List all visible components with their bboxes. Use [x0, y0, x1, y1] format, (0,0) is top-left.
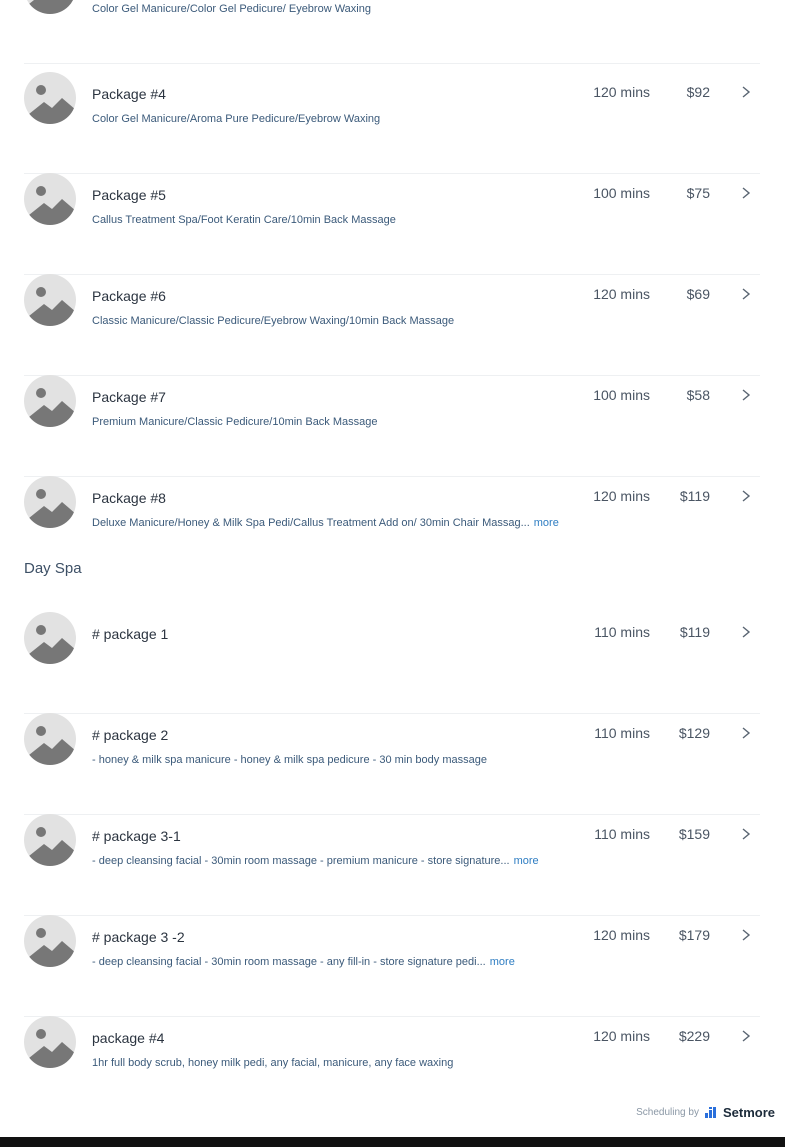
service-duration: 120 mins	[593, 488, 650, 504]
service-row[interactable]: # package 3-1 - deep cleansing facial - …	[24, 814, 760, 916]
service-price: $58	[686, 387, 710, 403]
service-duration: 110 mins	[594, 725, 650, 741]
service-duration: 120 mins	[593, 927, 650, 943]
service-description: Premium Manicure/Classic Pedicure/10min …	[92, 416, 378, 428]
service-price: $179	[678, 927, 710, 943]
service-row[interactable]: Package #7 Premium Manicure/Classic Pedi…	[24, 375, 760, 477]
service-duration: 110 mins	[594, 624, 650, 640]
service-price: $119	[679, 488, 710, 504]
more-link[interactable]: more	[490, 956, 515, 968]
service-image-placeholder-icon	[24, 814, 76, 866]
service-name: package #4	[92, 1030, 165, 1046]
more-link[interactable]: more	[534, 517, 559, 529]
service-description: Classic Manicure/Classic Pedicure/Eyebro…	[92, 315, 455, 327]
chevron-right-icon[interactable]	[740, 1029, 752, 1043]
service-price: $229	[678, 1028, 710, 1044]
service-price: $69	[686, 286, 710, 302]
service-image-placeholder-icon	[24, 612, 76, 664]
service-image-placeholder-icon	[24, 72, 76, 124]
chevron-right-icon[interactable]	[740, 489, 752, 503]
service-name: Package #8	[92, 490, 166, 506]
service-row[interactable]: Package #6 Classic Manicure/Classic Pedi…	[24, 274, 760, 376]
chevron-right-icon[interactable]	[740, 625, 752, 639]
service-name: Package #7	[92, 389, 166, 405]
service-price: $159	[678, 826, 710, 842]
service-image-placeholder-icon	[24, 0, 76, 14]
service-image-placeholder-icon	[24, 713, 76, 765]
service-price: $129	[678, 725, 710, 741]
chevron-right-icon[interactable]	[740, 928, 752, 942]
service-name: # package 2	[92, 727, 169, 743]
service-description: 1hr full body scrub, honey milk pedi, an…	[92, 1057, 454, 1069]
chevron-right-icon[interactable]	[740, 388, 752, 402]
setmore-logo-link[interactable]: Setmore	[704, 1104, 775, 1120]
service-description: Deluxe Manicure/Honey & Milk Spa Pedi/Ca…	[92, 517, 559, 529]
service-duration: 120 mins	[593, 84, 650, 100]
service-description: Color Gel Manicure/Aroma Pure Pedicure/E…	[92, 113, 381, 125]
service-price: $75	[686, 185, 710, 201]
chevron-right-icon[interactable]	[740, 726, 752, 740]
service-row[interactable]: Package #5 Callus Treatment Spa/Foot Ker…	[24, 173, 760, 275]
service-image-placeholder-icon	[24, 476, 76, 528]
service-description: - deep cleansing facial - 30min room mas…	[92, 855, 539, 867]
service-image-placeholder-icon	[24, 173, 76, 225]
service-row[interactable]: Package #4 Color Gel Manicure/Aroma Pure…	[24, 72, 760, 174]
chevron-right-icon[interactable]	[740, 287, 752, 301]
service-description: - deep cleansing facial - 30min room mas…	[92, 956, 515, 968]
service-duration: 100 mins	[593, 387, 650, 403]
service-image-placeholder-icon	[24, 375, 76, 427]
section-heading-day-spa: Day Spa	[24, 560, 82, 577]
setmore-logo-icon	[704, 1106, 716, 1118]
service-name: # package 3 -2	[92, 929, 185, 945]
service-duration: 120 mins	[593, 286, 650, 302]
service-price: $119	[679, 624, 710, 640]
footer-powered-by: Scheduling by Setmore	[636, 1102, 775, 1122]
scheduling-by-label: Scheduling by	[636, 1106, 699, 1118]
service-name: Package #6	[92, 288, 166, 304]
service-duration: 110 mins	[594, 826, 650, 842]
service-name: # package 3-1	[92, 828, 181, 844]
service-description: - honey & milk spa manicure - honey & mi…	[92, 754, 487, 766]
service-row[interactable]: # package 3 -2 - deep cleansing facial -…	[24, 915, 760, 1017]
more-link[interactable]: more	[514, 855, 539, 867]
service-duration: 120 mins	[593, 1028, 650, 1044]
setmore-brand-text: Setmore	[722, 1104, 775, 1120]
service-row[interactable]: Color Gel Manicure/Color Gel Pedicure/ E…	[24, 0, 760, 64]
service-image-placeholder-icon	[24, 915, 76, 967]
chevron-right-icon[interactable]	[740, 186, 752, 200]
service-row[interactable]: # package 1 110 mins $119	[24, 612, 760, 714]
service-image-placeholder-icon	[24, 274, 76, 326]
service-description: Color Gel Manicure/Color Gel Pedicure/ E…	[92, 3, 371, 15]
chevron-right-icon[interactable]	[740, 85, 752, 99]
service-row[interactable]: # package 2 - honey & milk spa manicure …	[24, 713, 760, 815]
bottom-edge-bar	[0, 1137, 785, 1147]
chevron-right-icon[interactable]	[740, 827, 752, 841]
service-price: $92	[686, 84, 710, 100]
service-name: Package #4	[92, 86, 166, 102]
service-description: Callus Treatment Spa/Foot Keratin Care/1…	[92, 214, 396, 226]
service-name: Package #5	[92, 187, 166, 203]
service-image-placeholder-icon	[24, 1016, 76, 1068]
service-name: # package 1	[92, 626, 169, 642]
service-duration: 100 mins	[593, 185, 650, 201]
service-row[interactable]: Package #8 Deluxe Manicure/Honey & Milk …	[24, 476, 760, 577]
